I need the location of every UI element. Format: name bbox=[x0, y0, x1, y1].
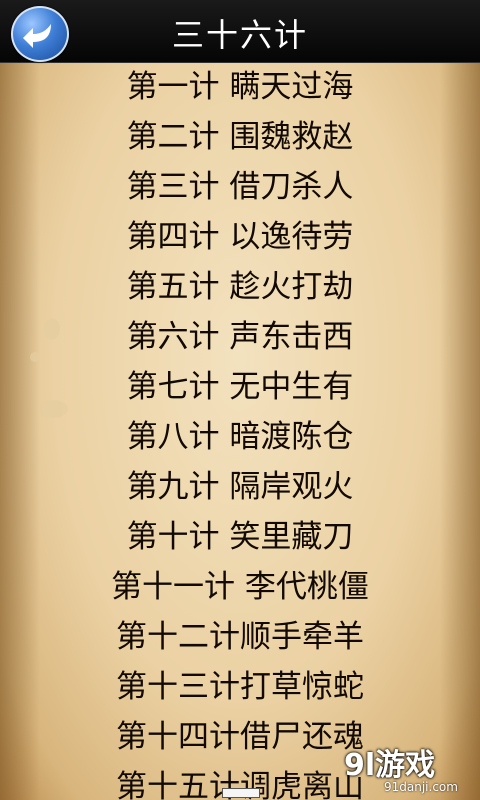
title-bar: 三十六计 bbox=[0, 0, 480, 63]
strategy-item[interactable]: 第八计 暗渡陈仓 bbox=[0, 412, 480, 462]
strategy-item[interactable]: 第十计 笑里藏刀 bbox=[0, 512, 480, 562]
watermark-url: 91danji.com bbox=[384, 780, 458, 794]
strategy-item[interactable]: 第九计 隔岸观火 bbox=[0, 462, 480, 512]
strategy-item[interactable]: 第六计 声东击西 bbox=[0, 312, 480, 362]
strategy-item[interactable]: 第十三计打草惊蛇 bbox=[0, 662, 480, 712]
strategy-item[interactable]: 第一计 瞒天过海 bbox=[0, 62, 480, 112]
strategy-item[interactable]: 第五计 趁火打劫 bbox=[0, 262, 480, 312]
strategy-item[interactable]: 第七计 无中生有 bbox=[0, 362, 480, 412]
strategy-list: 第一计 瞒天过海 第二计 围魏救赵 第三计 借刀杀人 第四计 以逸待劳 第五计 趁火打劫… bbox=[0, 62, 480, 800]
strategy-item[interactable]: 第十一计 李代桃僵 bbox=[0, 562, 480, 612]
strategy-item[interactable]: 第二计 围魏救赵 bbox=[0, 112, 480, 162]
watermark-logo: 9l游戏 bbox=[344, 748, 436, 783]
page-title: 三十六计 bbox=[171, 16, 308, 54]
strategy-item[interactable]: 第十二计顺手牵羊 bbox=[0, 612, 480, 662]
strategy-item[interactable]: 第四计 以逸待劳 bbox=[0, 212, 480, 262]
app-screen: 三十六计 第一计 瞒天过海 第二计 围魏救赵 第三计 借刀杀人 第四计 以逸待劳 第五计… bbox=[0, 0, 480, 800]
site-watermark: 9l游戏 91danji.com bbox=[344, 748, 474, 795]
scroll-indicator bbox=[222, 788, 260, 798]
strategy-item[interactable]: 第三计 借刀杀人 bbox=[0, 162, 480, 212]
